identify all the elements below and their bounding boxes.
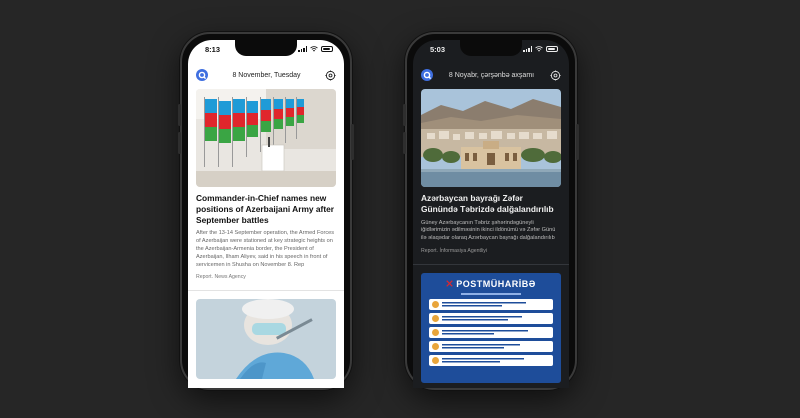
volume-up-button [403, 104, 406, 126]
article-image [196, 299, 336, 380]
news-feed: Commander-in-Chief names new positions o… [188, 89, 344, 388]
article-source: Report. İnformasiya Agentliyi [421, 247, 488, 254]
infographic-poster: POSTMÜHARİBƏ [421, 272, 561, 383]
app-header: 8 Noyabr, çərşənbə axşamı [413, 65, 569, 85]
report-logo-icon[interactable] [196, 69, 208, 81]
wifi-icon [310, 46, 318, 52]
signal-icon [523, 46, 532, 52]
stage: 8:13 8 November, Tuesday Commander-in-Ch… [0, 0, 800, 418]
status-time: 8:13 [205, 45, 221, 54]
volume-down-button [178, 132, 181, 154]
poster-row [429, 326, 553, 338]
notch [460, 40, 522, 56]
divider [413, 263, 569, 265]
header-date: 8 Noyabr, çərşənbə axşamı [448, 71, 535, 79]
header-date: 8 November, Tuesday [232, 71, 301, 79]
article-image [421, 89, 561, 187]
wifi-icon [535, 46, 543, 52]
volume-up-button [178, 104, 181, 126]
status-time: 5:03 [430, 45, 446, 54]
poster-header: POSTMÜHARİBƏ [421, 273, 561, 289]
screen-dark: 5:03 8 Noyabr, çərşənbə axşamı Azərbayca… [413, 40, 569, 388]
divider [188, 290, 344, 292]
power-button [351, 124, 354, 160]
poster-row-icon [432, 314, 439, 322]
poster-row [429, 298, 553, 310]
system-icons [298, 46, 333, 52]
news-card[interactable]: Azərbaycan bayrağı Zəfər Günündə Təbrizd… [421, 89, 561, 254]
settings-icon[interactable] [550, 69, 561, 81]
news-feed: Azərbaycan bayrağı Zəfər Günündə Təbrizd… [413, 89, 569, 388]
poster-row-icon [432, 342, 439, 350]
poster-row [429, 354, 553, 366]
article-source: Report. News Agency [196, 274, 246, 281]
news-card[interactable]: POSTMÜHARİBƏ [421, 272, 561, 383]
poster-row-icon [432, 300, 439, 308]
phone-dark-mode: 5:03 8 Noyabr, çərşənbə axşamı Azərbayca… [403, 32, 579, 390]
system-icons [523, 46, 558, 52]
article-title[interactable]: Commander-in-Chief names new positions o… [196, 193, 336, 225]
battery-icon [546, 46, 558, 52]
screen-light: 8:13 8 November, Tuesday Commander-in-Ch… [188, 40, 344, 388]
article-summary: Güney Azərbaycanın Təbriz şəhərindəgüney… [421, 219, 556, 242]
app-header: 8 November, Tuesday [188, 65, 344, 85]
power-button [576, 124, 579, 160]
crossed-swords-icon [446, 280, 453, 288]
article-summary: After the 13-14 September operation, the… [196, 230, 335, 268]
poster-subtitle [421, 291, 561, 296]
article-title[interactable]: Azərbaycan bayrağı Zəfər Günündə Təbrizd… [421, 193, 561, 215]
poster-row [429, 340, 553, 352]
notch [235, 40, 297, 56]
report-logo-icon[interactable] [421, 69, 433, 81]
battery-icon [321, 46, 333, 52]
poster-row [429, 312, 553, 324]
volume-down-button [403, 132, 406, 154]
settings-icon[interactable] [325, 69, 336, 81]
article-image [196, 89, 336, 187]
news-card[interactable]: Commander-in-Chief names new positions o… [196, 89, 336, 280]
poster-row-icon [432, 328, 439, 336]
poster-row-icon [432, 356, 439, 364]
signal-icon [298, 46, 307, 52]
phone-light-mode: 8:13 8 November, Tuesday Commander-in-Ch… [178, 32, 354, 390]
poster-title: POSTMÜHARİBƏ [456, 278, 536, 289]
news-card[interactable] [196, 299, 336, 380]
